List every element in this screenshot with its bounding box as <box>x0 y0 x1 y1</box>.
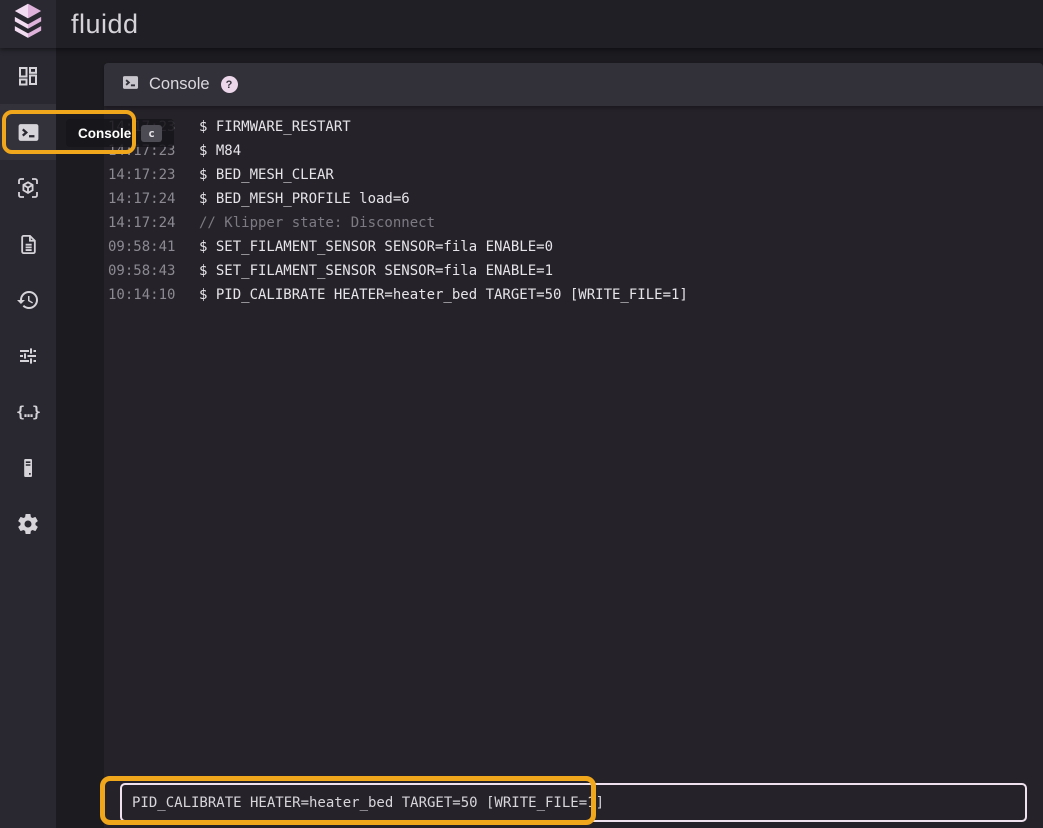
code-braces-icon: {…} <box>16 403 40 421</box>
line-text: // Klipper state: Disconnect <box>199 211 435 235</box>
line-text: $ SET_FILAMENT_SENSOR SENSOR=fila ENABLE… <box>199 259 553 283</box>
sidebar-nav: {…} <box>0 48 56 828</box>
cube-scan-icon <box>16 176 40 200</box>
line-timestamp: 14:17:24 <box>108 211 178 235</box>
line-text: $ FIRMWARE_RESTART <box>199 115 351 139</box>
help-icon[interactable]: ? <box>221 76 238 93</box>
console-line: 09:58:43 $ SET_FILAMENT_SENSOR SENSOR=fi… <box>108 259 1035 283</box>
highlight-box-console-input <box>100 776 596 825</box>
panel-title: Console <box>149 75 210 94</box>
console-line: 10:14:10 $ PID_CALIBRATE HEATER=heater_b… <box>108 283 1035 307</box>
shortcut-key-badge: c <box>141 125 162 142</box>
line-text: $ PID_CALIBRATE HEATER=heater_bed TARGET… <box>199 283 688 307</box>
sidebar-item-tune[interactable] <box>0 328 56 384</box>
line-timestamp: 10:14:10 <box>108 283 178 307</box>
sidebar-item-system[interactable] <box>0 440 56 496</box>
line-timestamp: 14:17:24 <box>108 187 178 211</box>
console-panel-header[interactable]: Console ? <box>104 63 1043 106</box>
line-text: $ M84 <box>199 139 241 163</box>
gear-icon <box>16 512 40 536</box>
sidebar-item-dashboard[interactable] <box>0 48 56 104</box>
console-line: 14:17:24 // Klipper state: Disconnect <box>108 211 1035 235</box>
sidebar-item-gcode-preview[interactable] <box>0 160 56 216</box>
console-line: 14:17:23 $ FIRMWARE_RESTART <box>108 115 1035 139</box>
line-text: $ BED_MESH_PROFILE load=6 <box>199 187 410 211</box>
app-title: fluidd <box>71 9 139 40</box>
sidebar-item-jobs[interactable] <box>0 216 56 272</box>
line-timestamp: 14:17:23 <box>108 163 178 187</box>
line-timestamp: 09:58:43 <box>108 259 178 283</box>
line-text: $ BED_MESH_CLEAR <box>199 163 334 187</box>
console-line: 14:17:23 $ M84 <box>108 139 1035 163</box>
sidebar-item-settings[interactable] <box>0 496 56 552</box>
history-clock-icon <box>16 288 40 312</box>
terminal-icon <box>121 73 140 97</box>
server-tower-icon <box>16 456 40 480</box>
file-document-icon <box>17 233 40 256</box>
fluidd-logo[interactable] <box>0 0 56 48</box>
sidebar-item-history[interactable] <box>0 272 56 328</box>
app-bar: fluidd <box>0 0 1043 48</box>
fluidd-layers-icon <box>10 3 46 46</box>
console-panel: Console ? 14:17:23 $ FIRMWARE_RESTART 14… <box>104 63 1043 828</box>
line-timestamp: 09:58:41 <box>108 235 178 259</box>
tune-sliders-icon <box>16 344 40 368</box>
sidebar-item-configure[interactable]: {…} <box>0 384 56 440</box>
console-line: 09:58:41 $ SET_FILAMENT_SENSOR SENSOR=fi… <box>108 235 1035 259</box>
dashboard-icon <box>16 64 40 88</box>
console-line: 14:17:24 $ BED_MESH_PROFILE load=6 <box>108 187 1035 211</box>
line-text: $ SET_FILAMENT_SENSOR SENSOR=fila ENABLE… <box>199 235 553 259</box>
highlight-box-console-nav <box>2 110 136 154</box>
console-log[interactable]: 14:17:23 $ FIRMWARE_RESTART 14:17:23 $ M… <box>104 106 1043 783</box>
console-line: 14:17:23 $ BED_MESH_CLEAR <box>108 163 1035 187</box>
